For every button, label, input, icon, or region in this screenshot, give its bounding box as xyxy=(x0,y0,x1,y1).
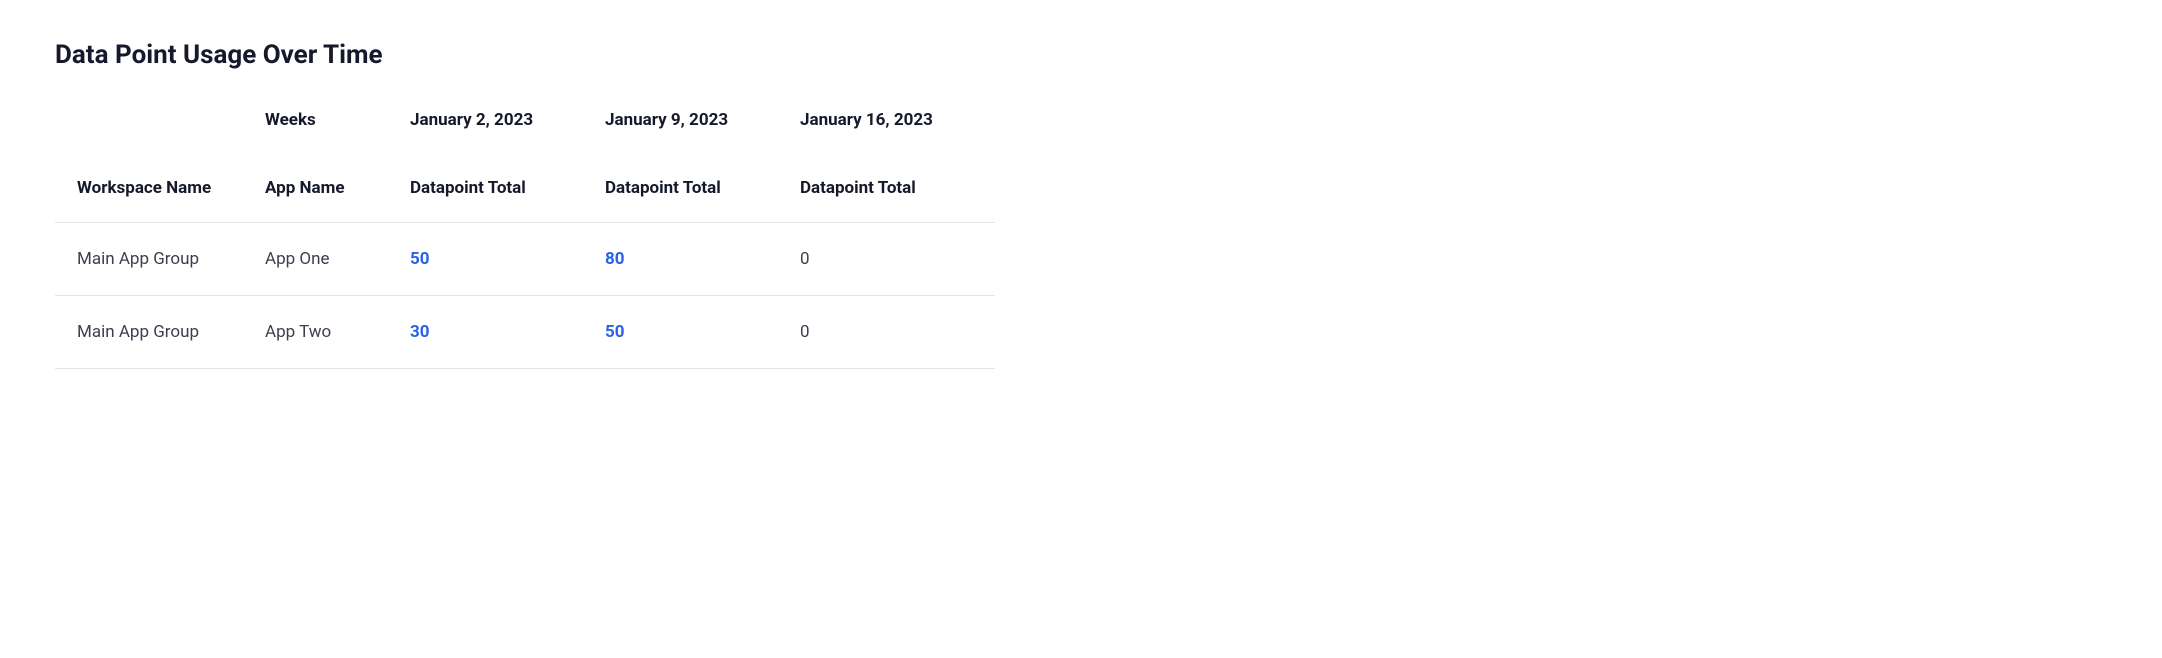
table-row: Main App Group App One 50 80 0 xyxy=(55,223,995,296)
page-title: Data Point Usage Over Time xyxy=(55,40,2107,70)
header-datapoint-total-0: Datapoint Total xyxy=(410,178,605,223)
cell-value: 0 xyxy=(800,249,810,269)
header-weeks: Weeks xyxy=(265,100,410,178)
header-datapoint-total-2: Datapoint Total xyxy=(800,178,995,223)
cell-value-link[interactable]: 50 xyxy=(410,249,430,269)
cell-app: App One xyxy=(265,223,410,296)
cell-value-link[interactable]: 80 xyxy=(605,249,625,269)
cell-value-link[interactable]: 50 xyxy=(605,322,625,342)
header-date-1: January 9, 2023 xyxy=(605,100,800,178)
usage-table: Weeks January 2, 2023 January 9, 2023 Ja… xyxy=(55,100,995,369)
cell-workspace: Main App Group xyxy=(55,223,265,296)
cell-value: 0 xyxy=(800,322,810,342)
header-datapoint-total-1: Datapoint Total xyxy=(605,178,800,223)
header-date-2: January 16, 2023 xyxy=(800,100,995,178)
table-row: Main App Group App Two 30 50 0 xyxy=(55,296,995,369)
cell-workspace: Main App Group xyxy=(55,296,265,369)
cell-value-link[interactable]: 30 xyxy=(410,322,430,342)
header-app-name: App Name xyxy=(265,178,410,223)
cell-app: App Two xyxy=(265,296,410,369)
header-blank xyxy=(55,100,265,178)
header-row-dates: Weeks January 2, 2023 January 9, 2023 Ja… xyxy=(55,100,995,178)
header-date-0: January 2, 2023 xyxy=(410,100,605,178)
header-row-labels: Workspace Name App Name Datapoint Total … xyxy=(55,178,995,223)
header-workspace-name: Workspace Name xyxy=(55,178,265,223)
